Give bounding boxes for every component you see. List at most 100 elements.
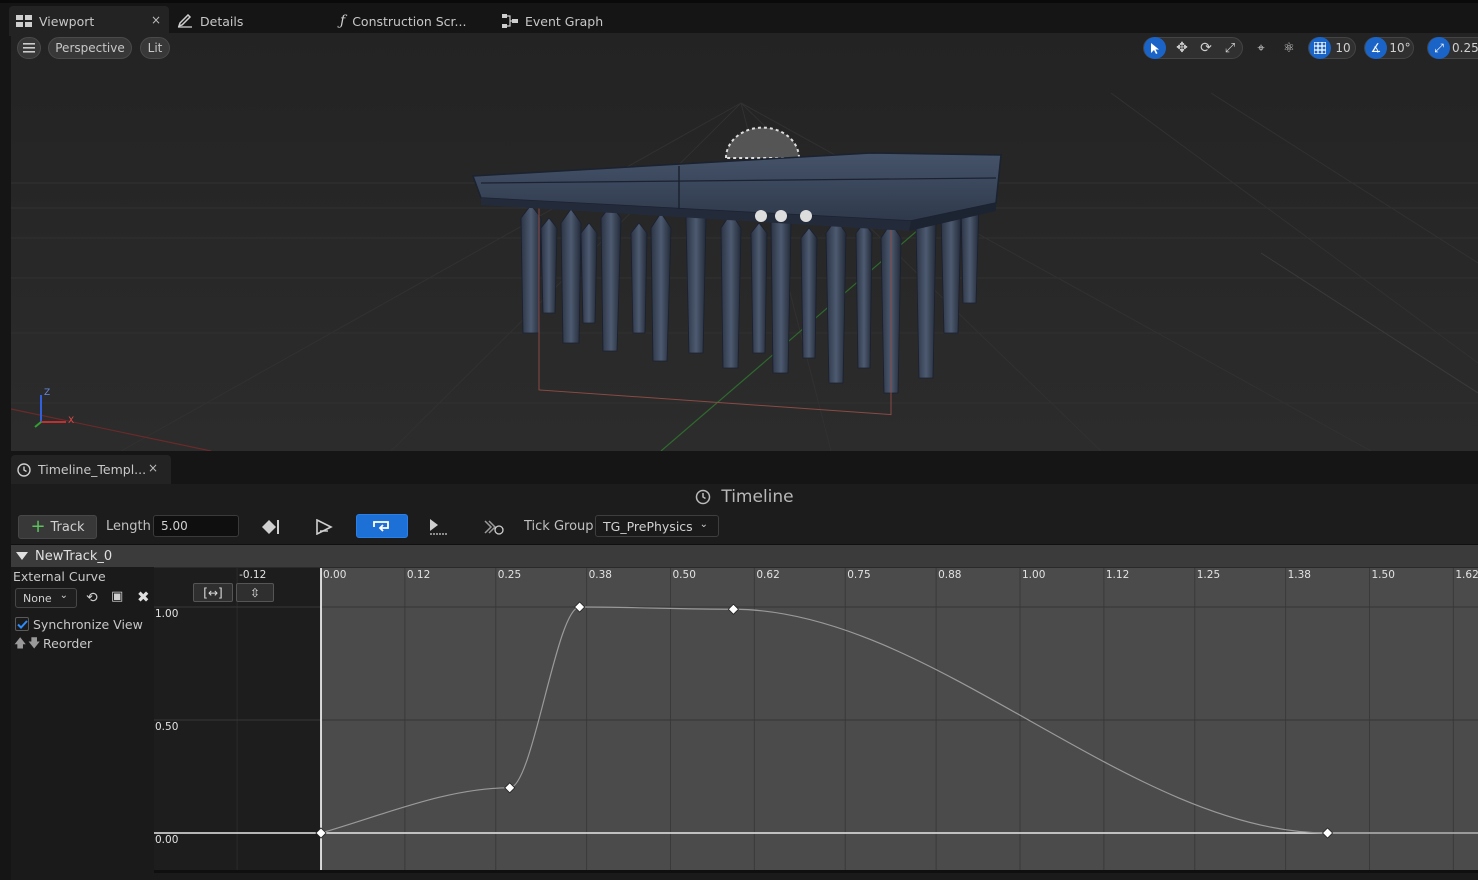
curve-graph[interactable]: -0.12 0.00 0.12 0.25 0.38 0.50 0.62 0.75 0.88 1.0… — [154, 567, 1478, 870]
axis-x-label: X — [68, 416, 75, 426]
tab-construction-script[interactable]: ƒ Construction Scr... — [340, 6, 490, 36]
rotation-snap-value[interactable]: 10° — [1389, 37, 1411, 59]
length-label: Length — [106, 519, 151, 534]
track-name[interactable]: NewTrack_0 — [35, 549, 112, 564]
tab-construction-label: Construction Scr... — [352, 13, 467, 29]
document-tab-strip: Viewport × Details ƒ Construction Scr...… — [0, 0, 1478, 36]
autoplay-icon — [316, 519, 333, 535]
keyframe-diamond[interactable] — [504, 782, 516, 794]
tab-viewport[interactable]: Viewport × — [9, 6, 169, 36]
browse-asset-icon[interactable]: ⟲ — [86, 590, 98, 606]
loop-icon — [373, 521, 389, 532]
scale-tool-button[interactable]: ⤢ — [1219, 37, 1241, 59]
perspective-button[interactable]: Perspective — [48, 37, 132, 59]
coordinate-space-button[interactable]: ⌖ — [1250, 37, 1272, 59]
timeline-header: Timeline — [11, 484, 1478, 509]
x-tick-label: 0.62 — [756, 569, 780, 581]
external-curve-dropdown[interactable]: None ⌄ — [15, 588, 77, 608]
x-tick-label: 1.25 — [1196, 569, 1221, 581]
chevron-down-icon: ⌄ — [699, 519, 708, 530]
x-tick-label: -0.12 — [239, 569, 267, 581]
x-tick-label: 1.38 — [1287, 569, 1311, 581]
close-icon[interactable]: × — [151, 13, 161, 27]
x-tick-label: 0.00 — [323, 569, 347, 581]
cursor-arrow-icon — [1151, 42, 1159, 54]
x-tick-label: 1.00 — [1022, 569, 1046, 581]
timeline-toolbar: + Track Length 5.00 Tick Group TG_PrePhy… — [11, 509, 1478, 545]
length-input[interactable]: 5.00 — [153, 515, 239, 537]
tab-event-graph[interactable]: Event Graph — [502, 6, 652, 36]
lit-button[interactable]: Lit — [140, 37, 170, 59]
keyframe-diamond[interactable] — [574, 601, 586, 613]
move-up-icon[interactable]: 🡅 — [14, 634, 26, 655]
use-last-keyframe-button[interactable] — [257, 515, 283, 539]
delete-track-icon[interactable]: ✖ — [137, 588, 150, 606]
scale-arrow-icon: ⤢ — [1434, 40, 1444, 55]
level-viewport[interactable]: Z X Perspective Lit ✥ ⟳ ⤢ ⌖ ⚛ 10 ∡ 10° ⤢… — [11, 33, 1478, 451]
curve-graph-canvas[interactable] — [154, 568, 1478, 870]
editor-window: Viewport × Details ƒ Construction Scr...… — [0, 0, 1478, 880]
translate-tool-button[interactable]: ✥ — [1171, 37, 1193, 59]
scale-snap-value[interactable]: 0.25 — [1452, 37, 1478, 59]
add-track-button[interactable]: + Track — [18, 515, 97, 539]
ignore-time-dilation-button[interactable] — [480, 515, 508, 539]
tick-group-dropdown[interactable]: TG_PrePhysics ⌄ — [595, 515, 719, 537]
x-tick-label: 1.12 — [1105, 569, 1130, 581]
autoplay-button[interactable] — [311, 515, 337, 539]
rotate-icon: ⟳ — [1200, 40, 1212, 56]
y-tick-label: 1.00 — [155, 608, 179, 620]
reorder-label: Reorder — [43, 636, 93, 651]
tab-details-label: Details — [200, 13, 244, 29]
bottom-border — [11, 873, 1478, 880]
keyframe-diamond[interactable] — [727, 603, 739, 615]
external-curve-value: None — [23, 591, 52, 605]
timeline-tab-strip: Timeline_Templ... × — [0, 451, 1478, 484]
surface-snap-button[interactable]: ⚛ — [1278, 37, 1300, 59]
grid-snap-value[interactable]: 10 — [1333, 37, 1353, 59]
x-tick-label: 0.25 — [497, 569, 522, 581]
tab-viewport-label: Viewport — [39, 13, 95, 29]
external-curve-label: External Curve — [13, 569, 106, 584]
fit-vertical-icon: ⇳ — [249, 585, 261, 600]
left-edge — [0, 33, 11, 451]
move-down-icon[interactable]: 🡇 — [28, 634, 40, 655]
loop-button[interactable] — [356, 514, 408, 538]
fit-horizontal-icon: [↔] — [203, 585, 223, 600]
create-curve-asset-icon[interactable]: ▣ — [111, 589, 123, 604]
tab-timeline-template[interactable]: Timeline_Templ... × — [11, 455, 171, 484]
checkmark-icon — [16, 619, 28, 629]
x-tick-label: 0.88 — [938, 569, 962, 581]
zoom-to-fit-horizontal-button[interactable]: [↔] — [193, 583, 233, 602]
synchronize-view-label: Synchronize View — [33, 617, 143, 632]
scale-snap-toggle[interactable]: ⤢ — [1428, 37, 1450, 59]
time-dilation-icon — [484, 520, 504, 535]
x-tick-label: 0.75 — [847, 569, 871, 581]
move-arrows-icon: ✥ — [1176, 40, 1188, 56]
y-tick-label: 0.50 — [155, 721, 179, 733]
viewport-menu-button[interactable] — [17, 37, 41, 59]
pencil-icon — [177, 14, 192, 28]
close-icon[interactable]: × — [148, 461, 158, 475]
grid-snap-toggle[interactable] — [1309, 37, 1331, 59]
track-header-row[interactable]: NewTrack_0 — [11, 545, 1478, 567]
replicated-button[interactable] — [424, 515, 452, 539]
track-side-panel: External Curve None ⌄ ⟲ ▣ ✖ Synchronize … — [11, 567, 154, 873]
function-icon: ƒ — [340, 13, 346, 29]
rotate-tool-button[interactable]: ⟳ — [1195, 37, 1217, 59]
keyframe-diamond[interactable] — [1321, 827, 1334, 839]
collapse-triangle-icon[interactable] — [15, 551, 29, 561]
x-tick-label: 0.50 — [672, 569, 696, 581]
left-edge-lower — [0, 484, 11, 880]
x-tick-label: 1.50 — [1371, 569, 1395, 581]
x-tick-label: 1.62 — [1455, 569, 1478, 581]
axis-z-label: Z — [44, 388, 51, 398]
synchronize-view-checkbox[interactable] — [15, 617, 29, 631]
angle-icon: ∡ — [1370, 41, 1382, 55]
zoom-to-fit-vertical-button[interactable]: ⇳ — [236, 583, 274, 602]
rotation-snap-toggle[interactable]: ∡ — [1365, 37, 1387, 59]
add-track-label: Track — [50, 519, 85, 535]
tab-details[interactable]: Details — [177, 6, 327, 36]
surface-snap-icon: ⚛ — [1283, 40, 1295, 56]
y-tick-label: 0.00 — [155, 834, 179, 846]
select-tool-button[interactable] — [1144, 37, 1166, 59]
